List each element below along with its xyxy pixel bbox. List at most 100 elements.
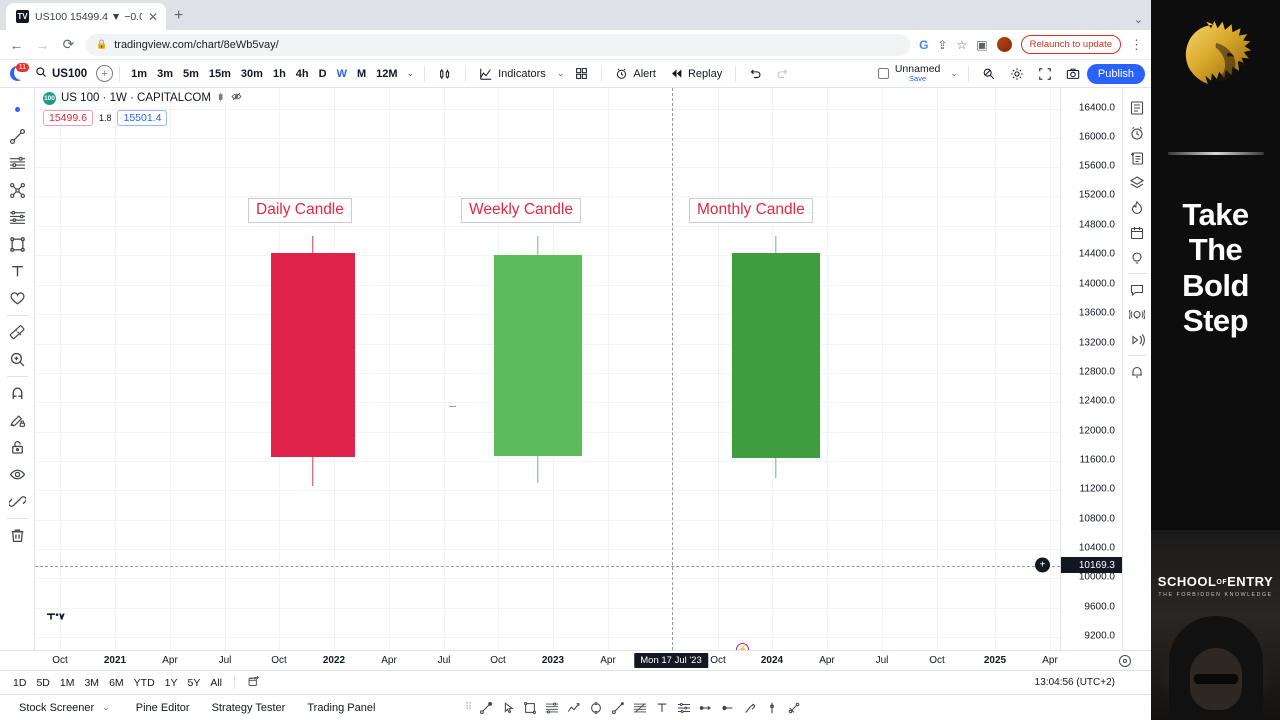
brush-draw-icon[interactable]	[740, 698, 760, 718]
timeframe-12m[interactable]: 12M	[371, 68, 402, 80]
timeframe-w[interactable]: W	[332, 68, 352, 80]
text-tool[interactable]	[4, 258, 31, 285]
trend-line-draw-icon[interactable]	[476, 698, 496, 718]
remove-drawings-tool[interactable]	[4, 522, 31, 549]
publish-button[interactable]: Publish	[1086, 63, 1145, 84]
templates-button[interactable]	[568, 67, 595, 80]
relaunch-to-update-button[interactable]: Relaunch to update	[1020, 35, 1121, 54]
zigzag-draw-icon[interactable]	[564, 698, 584, 718]
range-3m[interactable]: 3M	[79, 677, 104, 689]
timeframe-3m[interactable]: 3m	[152, 68, 178, 80]
text-draw-icon[interactable]	[652, 698, 672, 718]
snapshot-button[interactable]	[1059, 67, 1087, 81]
alerts-clock-icon[interactable]	[1125, 120, 1150, 145]
timeframe-30m[interactable]: 30m	[236, 68, 268, 80]
google-icon[interactable]: G	[919, 38, 928, 52]
horizontal-lines-tool[interactable]	[4, 150, 31, 177]
reload-icon[interactable]: ⟳	[60, 36, 77, 53]
address-bar[interactable]: 🔒 tradingview.com/chart/8eWb5vay/	[86, 33, 911, 56]
fib-pitchfork-tool[interactable]	[4, 177, 31, 204]
chevron-down-icon[interactable]: ⌄	[553, 68, 569, 79]
annotation-monthly-candle[interactable]: Monthly Candle	[689, 198, 813, 223]
window-icon[interactable]: ▣	[976, 38, 987, 52]
trend-line-tool[interactable]	[4, 123, 31, 150]
horizontal-lines-draw-icon[interactable]	[542, 698, 562, 718]
timescale-settings-icon[interactable]	[1119, 655, 1131, 667]
range-5d[interactable]: 5D	[31, 677, 54, 689]
fullscreen-button[interactable]	[1031, 67, 1059, 81]
quick-search-button[interactable]	[975, 67, 1003, 81]
footer-trading-panel[interactable]: Trading Panel	[296, 702, 386, 714]
magnet-tool[interactable]	[4, 380, 31, 407]
measure-ruler-tool[interactable]	[4, 319, 31, 346]
cursor-cross-tool[interactable]	[4, 96, 31, 123]
layout-save-button[interactable]: Unnamed Save ⌄	[877, 64, 962, 83]
magnet-draw-icon[interactable]	[784, 698, 804, 718]
gann-fan-tool[interactable]	[4, 204, 31, 231]
range-1d[interactable]: 1D	[8, 677, 31, 689]
chart-canvas[interactable]: 100 US 100 · 1W · CAPITALCOM 15499.6 1.8…	[35, 88, 1060, 650]
notifications-bell-icon[interactable]	[1125, 359, 1150, 384]
timeframe-1m[interactable]: 1m	[126, 68, 152, 80]
candle-weekly[interactable]	[494, 236, 582, 483]
watchlist-icon[interactable]	[1125, 95, 1150, 120]
range-6m[interactable]: 6M	[104, 677, 129, 689]
lock-drawings-tool[interactable]	[4, 434, 31, 461]
rectangle-draw-icon[interactable]	[520, 698, 540, 718]
annotation-daily-candle[interactable]: Daily Candle	[248, 198, 352, 223]
calendar-icon[interactable]	[1125, 220, 1150, 245]
candle-style-icon[interactable]	[216, 92, 226, 105]
symbol-search[interactable]: US100	[28, 66, 96, 81]
current-price-label[interactable]: + 10169.3	[1035, 557, 1122, 573]
footer-strategy-tester[interactable]: Strategy Tester	[201, 702, 297, 714]
stream-icon[interactable]	[1125, 327, 1150, 352]
chart-style-button[interactable]	[431, 67, 459, 81]
pattern-heart-tool[interactable]	[4, 285, 31, 312]
settings-button[interactable]	[1003, 67, 1031, 81]
zoom-in-tool[interactable]	[4, 346, 31, 373]
horizontal-ray-draw-icon[interactable]	[718, 698, 738, 718]
layers-icon[interactable]	[1125, 170, 1150, 195]
chevron-down-icon[interactable]: ⌄	[98, 702, 114, 713]
chevron-down-icon[interactable]: ⌄	[1134, 13, 1143, 26]
chevron-down-icon[interactable]: ⌄	[946, 68, 962, 79]
new-tab-button[interactable]: +	[174, 7, 183, 25]
timeframe-1h[interactable]: 1h	[268, 68, 291, 80]
timeframe-5m[interactable]: 5m	[178, 68, 204, 80]
footer-stock-screener[interactable]: Stock Screener ⌄	[8, 702, 125, 714]
range-ytd[interactable]: YTD	[129, 677, 160, 689]
chevron-down-icon[interactable]: ⌄	[403, 68, 419, 79]
goto-date-icon[interactable]	[242, 675, 265, 691]
timeframe-15m[interactable]: 15m	[204, 68, 236, 80]
footer-pine-editor[interactable]: Pine Editor	[125, 702, 201, 714]
pitchfork-draw-icon[interactable]	[674, 698, 694, 718]
hotlist-fire-icon[interactable]	[1125, 195, 1150, 220]
add-alert-icon[interactable]: +	[1035, 557, 1050, 573]
sync-drawings-tool[interactable]	[4, 488, 31, 515]
timeframe-m[interactable]: M	[352, 68, 371, 80]
range-all[interactable]: All	[205, 677, 227, 689]
ellipse-draw-icon[interactable]	[586, 698, 606, 718]
eye-off-icon[interactable]	[231, 91, 242, 105]
broadcast-icon[interactable]	[1125, 302, 1150, 327]
replay-marker-icon[interactable]: ⚡	[736, 643, 749, 650]
browser-tab[interactable]: TV US100 15499.4 ▼ −0.06% Unn ✕	[6, 3, 166, 30]
fib-retracement-draw-icon[interactable]	[630, 698, 650, 718]
price-scale[interactable]: 16400.0 16000.0 15600.0 15200.0 14800.0 …	[1035, 88, 1122, 650]
bookmark-star-icon[interactable]: ☆	[956, 38, 967, 52]
ideas-bulb-icon[interactable]	[1125, 245, 1150, 270]
close-icon[interactable]: ✕	[148, 11, 158, 23]
forward-icon[interactable]: →	[34, 37, 51, 53]
undo-button[interactable]	[742, 67, 769, 80]
chat-icon[interactable]	[1125, 277, 1150, 302]
rectangle-tool[interactable]	[4, 231, 31, 258]
time-scale[interactable]: Oct 2021 Apr Jul Oct 2022 Apr Jul Oct 20…	[0, 650, 1151, 670]
ray-draw-icon[interactable]	[608, 698, 628, 718]
measure-draw-icon[interactable]	[762, 698, 782, 718]
redo-button[interactable]	[769, 67, 796, 80]
avatar[interactable]	[996, 37, 1012, 52]
timeframe-4h[interactable]: 4h	[291, 68, 314, 80]
candle-daily[interactable]	[271, 236, 355, 486]
share-icon[interactable]: ⇪	[937, 38, 947, 52]
back-icon[interactable]: ←	[8, 37, 25, 53]
